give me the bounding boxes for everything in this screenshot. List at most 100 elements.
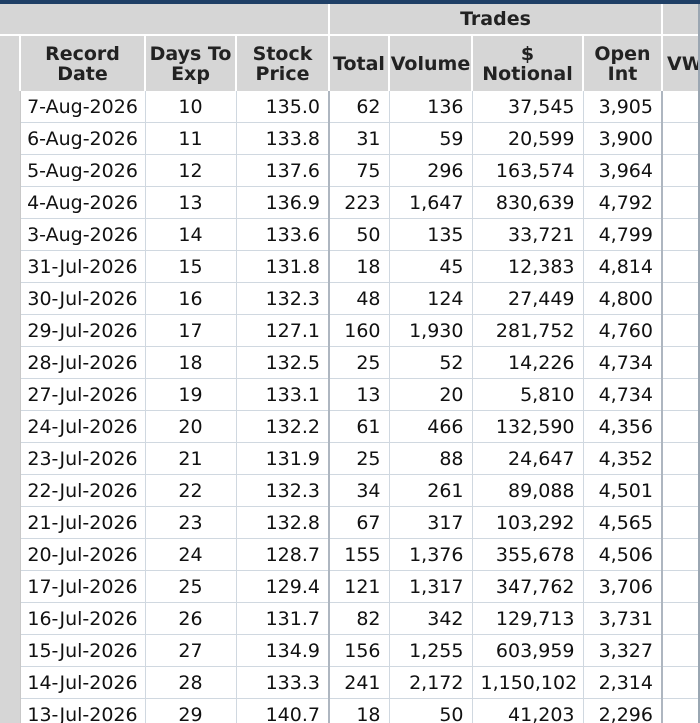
table-row[interactable]: 20-Jul-2026 24 128.7 155 1,376 355,678 4,506 — [0, 538, 700, 571]
group-header-trades: Trades — [329, 4, 663, 35]
table-row[interactable]: 7-Aug-2026 10 135.0 62 136 37,545 3,905 — [0, 91, 700, 123]
cell-vw — [662, 314, 700, 347]
table-row[interactable]: 17-Jul-2026 25 129.4 121 1,317 347,762 3,706 — [0, 570, 700, 603]
table-row[interactable]: 31-Jul-2026 15 131.8 18 45 12,383 4,814 — [0, 250, 700, 283]
col-header-total[interactable]: Total — [329, 34, 390, 91]
cell-total: 121 — [329, 570, 390, 603]
table-row[interactable]: 28-Jul-2026 18 132.5 25 52 14,226 4,734 — [0, 346, 700, 379]
cell-stock-price: 132.5 — [236, 346, 330, 379]
cell-open-int: 3,964 — [583, 154, 663, 187]
row-gutter — [0, 634, 21, 667]
cell-volume: 1,930 — [389, 314, 473, 347]
cell-vw — [662, 698, 700, 723]
table-row[interactable]: 29-Jul-2026 17 127.1 160 1,930 281,752 4,760 — [0, 314, 700, 347]
table-row[interactable]: 5-Aug-2026 12 137.6 75 296 163,574 3,964 — [0, 154, 700, 187]
cell-record-date: 23-Jul-2026 — [20, 442, 146, 475]
table-row[interactable]: 16-Jul-2026 26 131.7 82 342 129,713 3,731 — [0, 602, 700, 635]
cell-open-int: 3,706 — [583, 570, 663, 603]
col-header-volume[interactable]: Volume — [389, 34, 473, 91]
cell-vw — [662, 410, 700, 443]
cell-vw — [662, 122, 700, 155]
table-row[interactable]: 4-Aug-2026 13 136.9 223 1,647 830,639 4,792 — [0, 186, 700, 219]
cell-days-to-exp: 23 — [145, 506, 237, 539]
cell-days-to-exp: 14 — [145, 218, 237, 251]
col-header-notional[interactable]: $ Notional — [472, 34, 584, 91]
table-row[interactable]: 22-Jul-2026 22 132.3 34 261 89,088 4,501 — [0, 474, 700, 507]
table-row[interactable]: 23-Jul-2026 21 131.9 25 88 24,647 4,352 — [0, 442, 700, 475]
col-header-record-date[interactable]: Record Date — [20, 34, 146, 91]
cell-days-to-exp: 26 — [145, 602, 237, 635]
table-row[interactable]: 13-Jul-2026 29 140.7 18 50 41,203 2,296 — [0, 698, 700, 723]
cell-total: 82 — [329, 602, 390, 635]
cell-record-date: 28-Jul-2026 — [20, 346, 146, 379]
cell-volume: 136 — [389, 91, 473, 123]
cell-days-to-exp: 28 — [145, 666, 237, 699]
cell-record-date: 6-Aug-2026 — [20, 122, 146, 155]
cell-total: 67 — [329, 506, 390, 539]
cell-vw — [662, 474, 700, 507]
col-header-stock-price[interactable]: Stock Price — [236, 34, 330, 91]
row-gutter — [0, 314, 21, 347]
cell-open-int: 2,296 — [583, 698, 663, 723]
row-gutter — [0, 666, 21, 699]
cell-volume: 261 — [389, 474, 473, 507]
col-header-vw[interactable]: VW — [662, 34, 700, 91]
cell-open-int: 4,800 — [583, 282, 663, 315]
cell-stock-price: 127.1 — [236, 314, 330, 347]
cell-vw — [662, 538, 700, 571]
cell-volume: 342 — [389, 602, 473, 635]
cell-total: 75 — [329, 154, 390, 187]
table-row[interactable]: 21-Jul-2026 23 132.8 67 317 103,292 4,565 — [0, 506, 700, 539]
cell-record-date: 27-Jul-2026 — [20, 378, 146, 411]
cell-open-int: 4,792 — [583, 186, 663, 219]
cell-stock-price: 131.8 — [236, 250, 330, 283]
cell-record-date: 22-Jul-2026 — [20, 474, 146, 507]
cell-notional: 1,150,102 — [472, 666, 584, 699]
row-gutter — [0, 570, 21, 603]
cell-stock-price: 133.3 — [236, 666, 330, 699]
cell-days-to-exp: 25 — [145, 570, 237, 603]
cell-stock-price: 132.3 — [236, 474, 330, 507]
group-header-blank — [0, 4, 330, 35]
row-gutter — [0, 506, 21, 539]
cell-record-date: 16-Jul-2026 — [20, 602, 146, 635]
cell-volume: 296 — [389, 154, 473, 187]
cell-notional: 33,721 — [472, 218, 584, 251]
cell-vw — [662, 154, 700, 187]
cell-stock-price: 129.4 — [236, 570, 330, 603]
cell-volume: 52 — [389, 346, 473, 379]
cell-vw — [662, 634, 700, 667]
table-row[interactable]: 30-Jul-2026 16 132.3 48 124 27,449 4,800 — [0, 282, 700, 315]
cell-total: 13 — [329, 378, 390, 411]
cell-days-to-exp: 22 — [145, 474, 237, 507]
table-body: 7-Aug-2026 10 135.0 62 136 37,545 3,905 6-Aug-2… — [0, 91, 700, 723]
cell-vw — [662, 570, 700, 603]
cell-stock-price: 140.7 — [236, 698, 330, 723]
cell-vw — [662, 346, 700, 379]
row-gutter — [0, 250, 21, 283]
cell-volume: 50 — [389, 698, 473, 723]
cell-open-int: 4,734 — [583, 346, 663, 379]
cell-record-date: 13-Jul-2026 — [20, 698, 146, 723]
cell-notional: 14,226 — [472, 346, 584, 379]
cell-notional: 24,647 — [472, 442, 584, 475]
table-row[interactable]: 3-Aug-2026 14 133.6 50 135 33,721 4,799 — [0, 218, 700, 251]
table-row[interactable]: 14-Jul-2026 28 133.3 241 2,172 1,150,102 2,314 — [0, 666, 700, 699]
cell-total: 50 — [329, 218, 390, 251]
col-header-days-to-exp[interactable]: Days To Exp — [145, 34, 237, 91]
cell-record-date: 5-Aug-2026 — [20, 154, 146, 187]
row-gutter — [0, 410, 21, 443]
table-row[interactable]: 6-Aug-2026 11 133.8 31 59 20,599 3,900 — [0, 122, 700, 155]
table-row[interactable]: 24-Jul-2026 20 132.2 61 466 132,590 4,356 — [0, 410, 700, 443]
cell-days-to-exp: 11 — [145, 122, 237, 155]
table-row[interactable]: 15-Jul-2026 27 134.9 156 1,255 603,959 3,327 — [0, 634, 700, 667]
col-header-open-int[interactable]: Open Int — [583, 34, 663, 91]
cell-volume: 124 — [389, 282, 473, 315]
cell-days-to-exp: 13 — [145, 186, 237, 219]
cell-record-date: 31-Jul-2026 — [20, 250, 146, 283]
cell-days-to-exp: 16 — [145, 282, 237, 315]
cell-open-int: 3,905 — [583, 91, 663, 123]
row-gutter — [0, 698, 21, 723]
table-row[interactable]: 27-Jul-2026 19 133.1 13 20 5,810 4,734 — [0, 378, 700, 411]
row-gutter — [0, 602, 21, 635]
